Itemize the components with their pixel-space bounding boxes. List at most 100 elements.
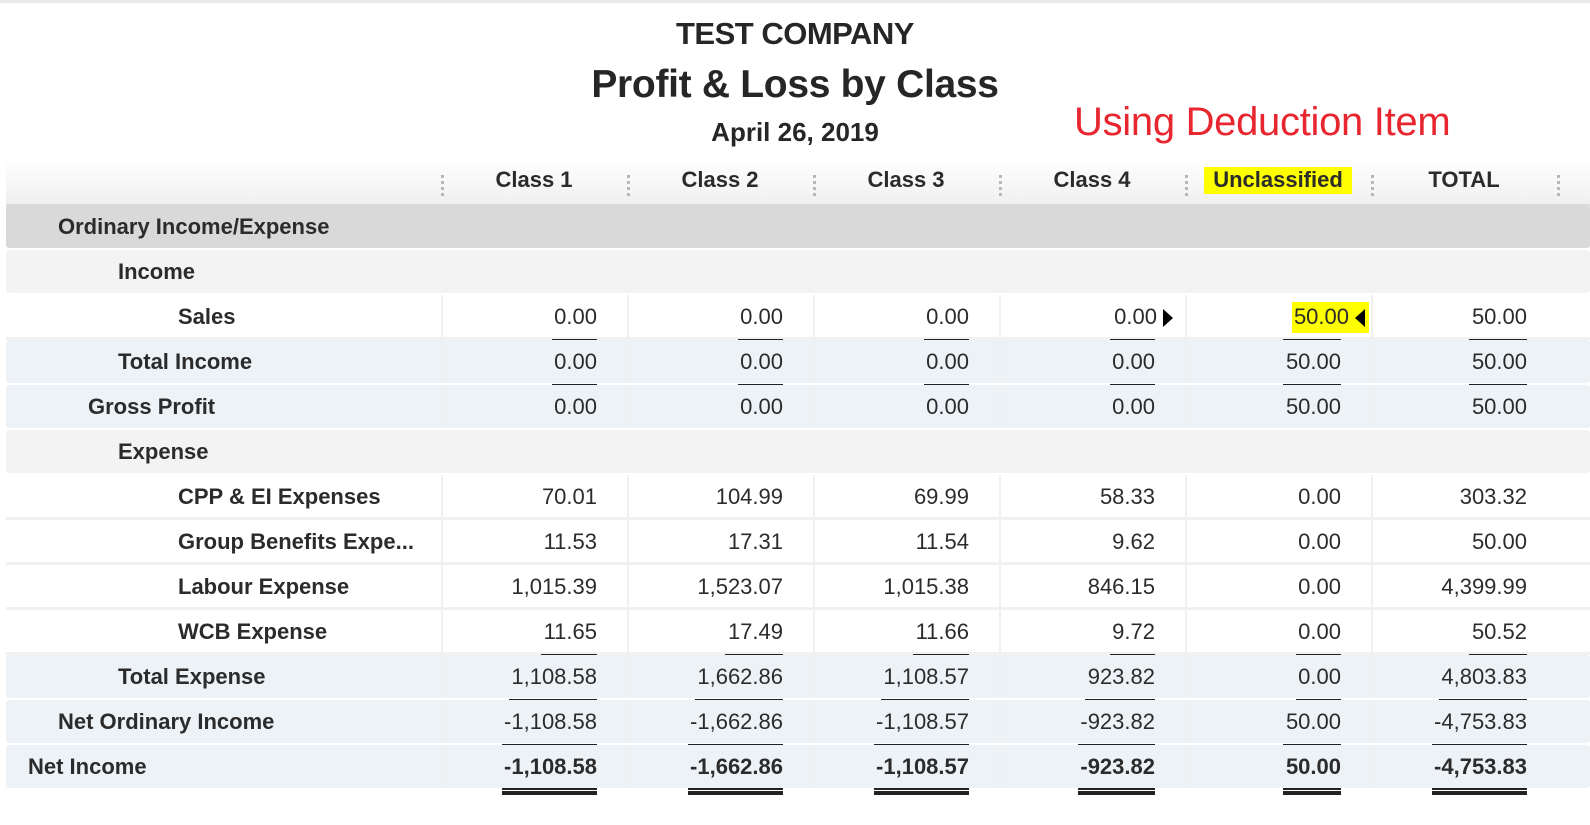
amount-value[interactable]: -1,662.86 [690,745,783,788]
amount-value[interactable]: 0.00 [740,385,783,428]
cell-class-1[interactable]: 0.00 [441,340,627,386]
report-row-expense[interactable]: Expense [6,430,1590,473]
amount-value[interactable]: 50.00 [1291,295,1369,338]
cell-class-2[interactable]: 1,523.07 [627,565,813,608]
amount-value[interactable]: 0.00 [1114,295,1173,338]
amount-value[interactable]: -1,108.58 [504,745,597,788]
cell-class-3[interactable]: 11.66 [813,610,999,656]
amount-value[interactable]: 50.00 [1472,340,1527,383]
amount-value[interactable]: 0.00 [1298,475,1341,518]
amount-value[interactable]: 0.00 [1298,610,1341,653]
cell-total[interactable]: 4,803.83 [1371,655,1557,701]
amount-value[interactable]: 70.01 [542,475,597,518]
amount-value[interactable]: 0.00 [740,340,783,383]
cell-total[interactable]: 50.00 [1371,295,1557,341]
cell-class-1[interactable]: 11.65 [441,610,627,656]
amount-value[interactable]: 1,523.07 [697,565,783,608]
report-row-total-income[interactable]: Total Income 0.00 0.00 0.00 0.00 50.00 50.00 [6,340,1590,386]
amount-value[interactable]: 11.66 [916,610,969,653]
cell-class-1[interactable]: -1,108.58 [441,700,627,746]
amount-value[interactable]: 17.49 [728,610,783,653]
amount-value[interactable]: 0.00 [1298,655,1341,698]
column-header-class-2[interactable]: Class 2 [630,158,810,204]
amount-value[interactable]: 50.00 [1286,700,1341,743]
cell-class-3[interactable]: -1,108.57 [813,700,999,746]
cell-class-2[interactable]: -1,662.86 [627,745,813,795]
column-header-unclassified[interactable]: Unclassified [1188,158,1368,204]
amount-value[interactable]: 0.00 [740,295,783,338]
cell-class-4[interactable]: 923.82 [999,655,1185,701]
cell-class-2[interactable]: -1,662.86 [627,700,813,746]
amount-value[interactable]: 0.00 [1112,385,1155,428]
cell-unclassified[interactable]: 0.00 [1185,565,1371,608]
cell-class-1[interactable]: 1,015.39 [441,565,627,608]
amount-value[interactable]: 846.15 [1088,565,1155,608]
column-header-class-3[interactable]: Class 3 [816,158,996,204]
cell-class-3[interactable]: 0.00 [813,340,999,386]
cell-total[interactable]: -4,753.83 [1371,700,1557,746]
amount-value[interactable]: -4,753.83 [1434,745,1527,788]
amount-value[interactable]: 0.00 [1112,340,1155,383]
cell-class-4[interactable]: 9.62 [999,520,1185,563]
amount-value[interactable]: -923.82 [1080,700,1155,743]
report-row-net-ordinary-income[interactable]: Net Ordinary Income -1,108.58 -1,662.86 -1,… [6,700,1590,746]
amount-value[interactable]: 11.54 [916,520,969,563]
amount-value[interactable]: -1,108.57 [876,700,969,743]
amount-value[interactable]: 0.00 [554,340,597,383]
cell-class-4[interactable]: 0.00 [999,385,1185,428]
amount-value[interactable]: 69.99 [914,475,969,518]
cell-unclassified[interactable]: 0.00 [1185,520,1371,563]
amount-value[interactable]: 50.00 [1286,385,1341,428]
amount-value[interactable]: -1,662.86 [690,700,783,743]
cell-class-1[interactable]: 0.00 [441,295,627,341]
cell-class-3[interactable]: 0.00 [813,385,999,428]
cell-total[interactable]: -4,753.83 [1371,745,1557,795]
report-row-sales[interactable]: Sales 0.00 0.00 0.00 0.00 50.00 50.00 [6,295,1590,341]
cell-class-1[interactable]: 11.53 [441,520,627,563]
amount-value[interactable]: 9.72 [1112,610,1155,653]
amount-value[interactable]: 50.00 [1472,295,1527,338]
cell-class-2[interactable]: 0.00 [627,295,813,341]
cell-class-1[interactable]: 1,108.58 [441,655,627,701]
cell-unclassified[interactable]: 0.00 [1185,655,1371,701]
cell-class-2[interactable]: 17.49 [627,610,813,656]
cell-class-2[interactable]: 0.00 [627,340,813,386]
cell-class-2[interactable]: 1,662.86 [627,655,813,701]
cell-unclassified[interactable]: 50.00 [1185,340,1371,386]
report-row-wcb-expense[interactable]: WCB Expense 11.65 17.49 11.66 9.72 0.00 50.52 [6,610,1590,656]
amount-value[interactable]: 1,015.39 [511,565,597,608]
amount-value[interactable]: 50.00 [1286,745,1341,788]
cell-total[interactable]: 50.00 [1371,385,1557,428]
amount-value[interactable]: 104.99 [716,475,783,518]
column-header-class-1[interactable]: Class 1 [444,158,624,204]
cell-total[interactable]: 303.32 [1371,475,1557,518]
cell-unclassified[interactable]: 50.00 [1185,700,1371,746]
cell-unclassified[interactable]: 50.00 [1185,295,1371,341]
amount-value[interactable]: -4,753.83 [1434,700,1527,743]
amount-value[interactable]: 4,399.99 [1441,565,1527,608]
report-row-total-expense[interactable]: Total Expense 1,108.58 1,662.86 1,108.57 923… [6,655,1590,701]
amount-value[interactable]: 50.52 [1472,610,1527,653]
cell-class-3[interactable]: 69.99 [813,475,999,518]
cell-class-2[interactable]: 17.31 [627,520,813,563]
report-row-group-benefits-expe[interactable]: Group Benefits Expe... 11.53 17.31 11.54 9.6… [6,520,1590,565]
cell-total[interactable]: 50.00 [1371,340,1557,386]
cell-class-1[interactable]: 0.00 [441,385,627,428]
amount-value[interactable]: 923.82 [1088,655,1155,698]
cell-class-4[interactable]: 9.72 [999,610,1185,656]
cell-total[interactable]: 50.00 [1371,520,1557,563]
cell-unclassified[interactable]: 50.00 [1185,745,1371,795]
cell-class-4[interactable]: 58.33 [999,475,1185,518]
cell-total[interactable]: 4,399.99 [1371,565,1557,608]
amount-value[interactable]: 50.00 [1472,385,1527,428]
cell-class-2[interactable]: 104.99 [627,475,813,518]
cell-class-4[interactable]: 846.15 [999,565,1185,608]
amount-value[interactable]: 4,803.83 [1441,655,1527,698]
report-row-cpp-ei-expenses[interactable]: CPP & EI Expenses 70.01 104.99 69.99 58.33 0.… [6,475,1590,520]
cell-class-1[interactable]: -1,108.58 [441,745,627,795]
cell-class-4[interactable]: -923.82 [999,745,1185,795]
cell-class-3[interactable]: -1,108.57 [813,745,999,795]
column-header-class-4[interactable]: Class 4 [1002,158,1182,204]
cell-class-3[interactable]: 11.54 [813,520,999,563]
cell-class-4[interactable]: 0.00 [999,295,1185,341]
